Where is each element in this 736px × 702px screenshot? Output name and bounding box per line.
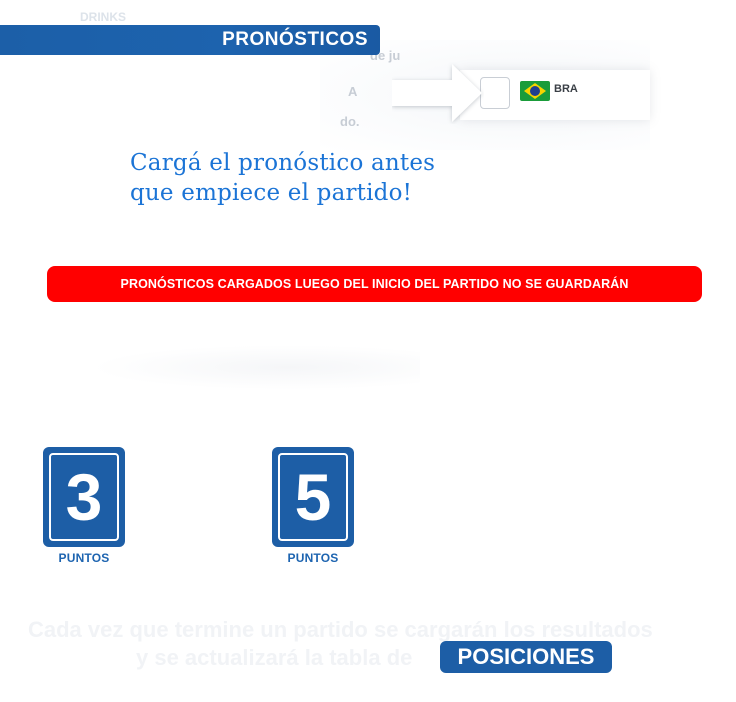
headline-line-2: que empiece el partido! <box>130 180 413 206</box>
preview-ghost-line: A <box>348 84 358 99</box>
preview-ghost-line: do. <box>340 114 360 129</box>
headline: Cargá el pronóstico antes que empiece el… <box>130 148 550 208</box>
score-input-box <box>480 77 510 109</box>
posiciones-badge: POSICIONES <box>440 641 612 673</box>
team-code: BRA <box>554 83 578 95</box>
points-badge-5: 5 PUNTOS <box>272 447 354 565</box>
warning-text: PRONÓSTICOS CARGADOS LUEGO DEL INICIO DE… <box>120 277 629 291</box>
points-box: 3 <box>43 447 125 547</box>
arrow-right-icon <box>392 64 482 122</box>
headline-line-1: Cargá el pronóstico antes <box>130 150 436 176</box>
decorative-shadow <box>90 345 420 390</box>
header-banner: PRONÓSTICOS <box>0 25 380 55</box>
brazil-flag-icon <box>520 81 550 101</box>
warning-banner: PRONÓSTICOS CARGADOS LUEGO DEL INICIO DE… <box>47 266 702 302</box>
posiciones-text: POSICIONES <box>457 644 595 669</box>
footer-line-1: Cada vez que termine un partido se carga… <box>28 617 653 642</box>
page-title: PRONÓSTICOS <box>222 29 368 50</box>
points-label: PUNTOS <box>58 551 110 565</box>
points-number: 5 <box>294 460 332 534</box>
header-ghost-text: DRINKS <box>80 10 127 24</box>
points-badge-3: 3 PUNTOS <box>43 447 125 565</box>
match-row-preview: BRA <box>460 70 650 120</box>
points-number: 3 <box>65 460 103 534</box>
points-box: 5 <box>272 447 354 547</box>
footer-line-2: y se actualizará la tabla de <box>136 645 413 670</box>
points-label: PUNTOS <box>287 551 339 565</box>
